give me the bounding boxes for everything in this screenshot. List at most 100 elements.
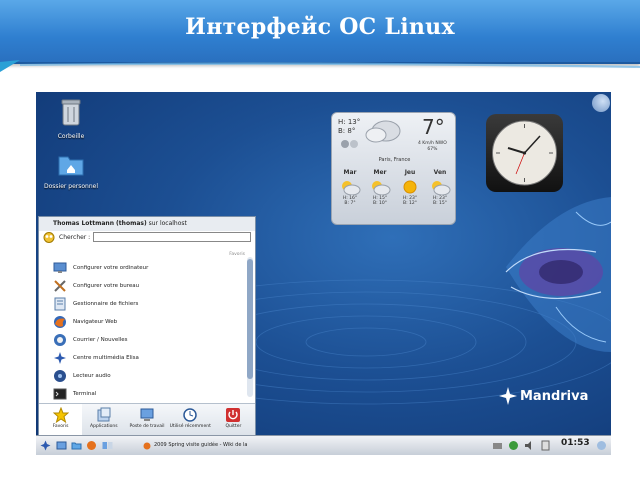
panel-toolbox-icon[interactable]	[596, 440, 607, 451]
media-center-icon	[54, 352, 66, 364]
mail-icon	[54, 334, 66, 346]
tab-quit[interactable]: Quitter	[212, 404, 255, 435]
banner-swoosh-decoration	[0, 60, 640, 72]
menu-item-configure-desktop[interactable]: Configurer votre bureau	[53, 277, 243, 295]
menu-item-mail[interactable]: Courrier / Nouvelles	[53, 331, 243, 349]
taskbar: 2009 Spring visite guidée - Wiki de la 0…	[36, 435, 611, 455]
forecast-day: Ven H: 23° B: 15°	[426, 169, 454, 206]
launcher-star-icon[interactable]	[40, 440, 51, 451]
menu-host-prefix: sur	[148, 220, 159, 227]
menu-item-media-center[interactable]: Centre multimédia Elisa	[53, 349, 243, 367]
menu-item-audio-player[interactable]: Lecteur audio	[53, 367, 243, 385]
desktop-icon-trash[interactable]: Corbeille	[36, 98, 106, 140]
flower-decoration-icon	[505, 197, 611, 352]
computer-icon	[140, 408, 154, 421]
forecast-day-name: Mar	[343, 169, 357, 176]
tab-recent[interactable]: Utilisé récemment	[169, 404, 212, 435]
analog-clock-widget[interactable]	[486, 114, 563, 192]
tab-applications[interactable]: Applications	[82, 404, 125, 435]
tab-label: Utilisé récemment	[169, 424, 211, 429]
weather-low: B: 8°	[338, 127, 356, 135]
scrollbar-thumb[interactable]	[247, 259, 253, 379]
slide-title: Интерфейс ОС Linux	[185, 14, 455, 40]
tab-computer[interactable]: Poste de travail	[125, 404, 168, 435]
slide-title-banner: Интерфейс ОС Linux	[0, 0, 640, 64]
desktop-screenshot: Corbeille Dossier personnel H: 13° B: 8°…	[36, 92, 611, 455]
pager-icon[interactable]	[102, 440, 113, 451]
firefox-icon	[54, 316, 66, 328]
volume-icon[interactable]	[524, 440, 535, 451]
application-launcher-menu[interactable]: Thomas Lottmann (thomas) sur localhost C…	[38, 216, 256, 436]
tab-favorites[interactable]: Favoris	[39, 404, 83, 435]
tab-label: Favoris	[52, 424, 69, 429]
section-label: Favoris	[229, 252, 245, 257]
home-folder-icon	[58, 156, 84, 176]
menu-item-file-manager[interactable]: Gestionnaire de fichiers	[53, 295, 243, 313]
tab-label: Poste de travail	[129, 424, 165, 429]
weather-wind-humidity: 4 Km/h NWO 67%	[418, 141, 447, 153]
audio-player-icon	[54, 370, 66, 382]
forecast-day-name: Ven	[433, 169, 447, 176]
mandriva-star-icon	[499, 387, 517, 405]
forecast-low: B: 12°	[402, 201, 417, 206]
clock-icon	[183, 408, 197, 422]
desktop-toolbox-button[interactable]	[592, 94, 610, 112]
menu-item-label: Terminal	[73, 391, 97, 397]
tab-label: Applications	[90, 424, 118, 429]
menu-item-label: Navigateur Web	[73, 319, 118, 325]
update-icon[interactable]	[508, 440, 519, 451]
star-icon	[52, 407, 69, 423]
weather-widget[interactable]: H: 13° B: 8° 7° 4 Km/h NWO 67% Paris, Fr…	[331, 112, 456, 225]
desktop-icon-label: Dossier personnel	[43, 183, 98, 190]
network-icon[interactable]	[492, 440, 503, 451]
menu-tab-bar: Favoris Applications Poste de travail Ut…	[39, 403, 255, 435]
menu-user-header: Thomas Lottmann (thomas) sur localhost	[39, 217, 255, 231]
weather-today-range: H: 13° B: 8°	[338, 118, 360, 136]
tab-label: Quitter	[225, 424, 242, 429]
weather-humidity: 67%	[427, 147, 438, 152]
clipboard-icon[interactable]	[540, 440, 551, 451]
folder-icon[interactable]	[71, 440, 82, 451]
sun-icon	[403, 180, 417, 194]
forecast-day: Jeu H: 23° B: 12°	[396, 169, 424, 206]
firefox-icon[interactable]	[86, 440, 97, 451]
menu-item-label: Lecteur audio	[73, 373, 111, 379]
show-desktop-icon[interactable]	[56, 440, 67, 451]
menu-item-label: Gestionnaire de fichiers	[73, 301, 139, 307]
weather-city: Paris, France	[378, 157, 411, 163]
forecast-low: B: 15°	[432, 201, 447, 206]
applications-icon	[97, 407, 111, 422]
menu-item-configure-computer[interactable]: Configurer votre ordinateur	[53, 259, 243, 277]
menu-item-label: Configurer votre bureau	[73, 283, 140, 289]
search-input[interactable]	[93, 232, 251, 242]
menu-item-terminal[interactable]: Terminal	[53, 385, 243, 403]
clock-face-icon	[492, 120, 557, 186]
menu-item-web-browser[interactable]: Navigateur Web	[53, 313, 243, 331]
trash-icon	[61, 99, 81, 126]
power-icon	[226, 408, 241, 422]
menu-item-label: Courrier / Nouvelles	[73, 337, 128, 343]
menu-scrollbar[interactable]	[247, 257, 253, 397]
forecast-low: B: 7°	[344, 201, 356, 206]
taskbar-clock[interactable]: 01:53	[561, 438, 593, 453]
terminal-icon	[53, 388, 67, 400]
partly-cloudy-icon	[432, 181, 451, 195]
desktop-icon-label: Corbeille	[57, 133, 85, 140]
desktop-icon-home[interactable]: Dossier personnel	[36, 152, 106, 190]
taskbar-task-label: 2009 Spring visite guidée - Wiki de la	[154, 442, 248, 448]
weather-current-temp: 7°	[422, 115, 445, 139]
computer-config-icon	[53, 262, 67, 273]
weather-forecast: Mar H: 16° B: 7° Mer H: 15° B: 10° Jeu H…	[336, 169, 454, 206]
taskbar-task-browser[interactable]: 2009 Spring visite guidée - Wiki de la	[140, 439, 260, 452]
weather-indicator-icon	[341, 140, 358, 148]
forecast-day: Mer H: 15° B: 10°	[366, 169, 394, 206]
user-avatar-icon	[43, 232, 55, 243]
forecast-day-name: Jeu	[404, 169, 416, 176]
menu-host-name: localhost	[159, 220, 187, 227]
mandriva-logo: Mandriva	[498, 384, 608, 408]
firefox-icon	[143, 442, 151, 450]
desktop-tools-icon	[54, 280, 66, 292]
search-label: Chercher :	[59, 234, 91, 241]
menu-item-label: Centre multimédia Elisa	[73, 355, 139, 361]
forecast-low: B: 10°	[372, 201, 387, 206]
